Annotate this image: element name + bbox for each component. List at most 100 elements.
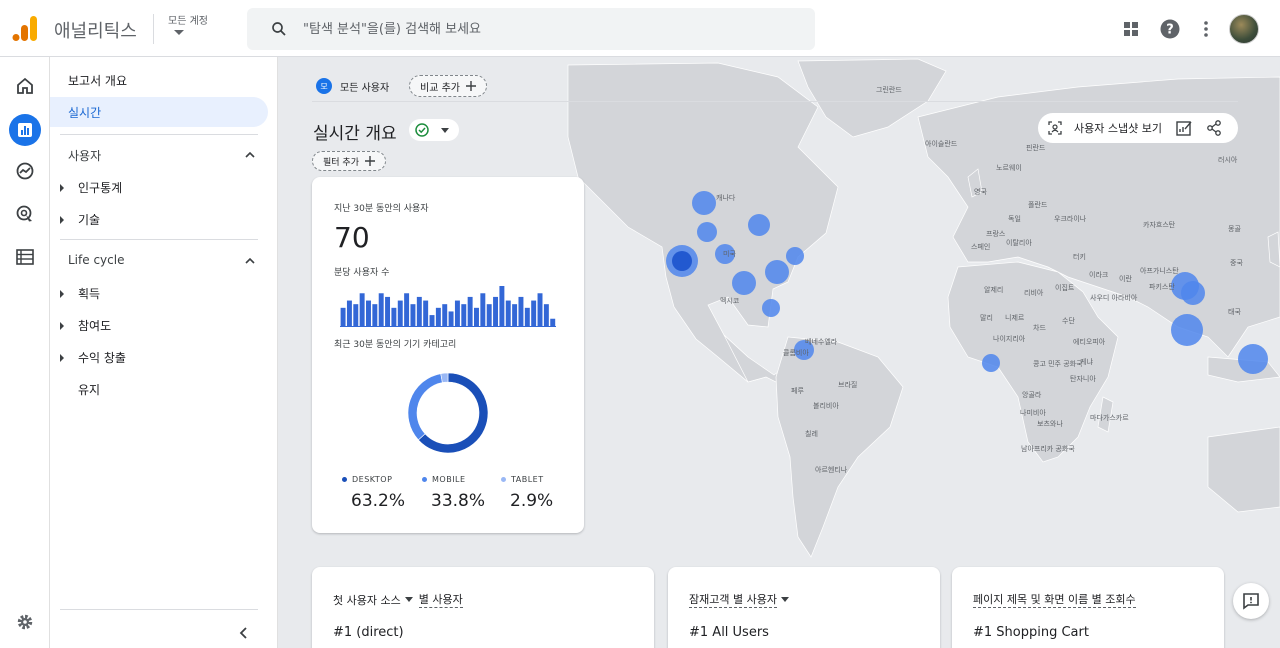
minute-bar[interactable] [429, 315, 435, 326]
minute-bar[interactable] [543, 304, 549, 326]
map-label: 알제리 [984, 286, 1004, 294]
plus-icon [465, 81, 476, 91]
help-icon[interactable]: ? [1159, 18, 1181, 40]
reports-icon[interactable] [13, 118, 37, 142]
minute-bar[interactable] [391, 307, 397, 326]
nav-item-tech[interactable]: 기술 [60, 211, 100, 228]
map-label: 앙골라 [1022, 391, 1042, 399]
more-icon[interactable] [1195, 18, 1217, 40]
account-dropdown-icon[interactable] [174, 30, 184, 35]
minute-bar[interactable] [442, 304, 448, 326]
nav-item-label: 참여도 [78, 319, 112, 333]
minute-bar[interactable] [537, 293, 543, 326]
device-category-donut[interactable] [402, 367, 494, 459]
minute-bar[interactable] [448, 311, 454, 326]
nav-item-acquisition[interactable]: 획득 [60, 285, 100, 302]
nav-item-monetization[interactable]: 수익 창출 [60, 349, 126, 366]
add-filter-button[interactable]: 필터 추가 [312, 151, 386, 171]
map-label: 사우디 아라비아 [1090, 294, 1138, 302]
expand-icon [60, 289, 64, 298]
donut-slice-tablet[interactable] [440, 372, 449, 383]
account-selector-label[interactable]: 모든 계정 [168, 12, 208, 27]
segment-chip-all-users[interactable]: 모 모든 사용자 [312, 75, 402, 97]
map-label: 나이지리아 [993, 335, 1026, 343]
minute-bar[interactable] [385, 296, 391, 326]
map-label: 아프가니스탄 [1140, 267, 1179, 275]
minute-bar[interactable] [467, 296, 473, 326]
map-label: 에티오피아 [1073, 338, 1106, 346]
minute-bar[interactable] [435, 307, 441, 326]
minute-bar[interactable] [454, 300, 460, 326]
users-per-minute-label: 분당 사용자 수 [334, 268, 390, 278]
minute-bar[interactable] [493, 296, 499, 326]
home-icon[interactable] [13, 74, 37, 98]
minute-bar[interactable] [531, 300, 537, 326]
settings-icon[interactable] [13, 610, 37, 634]
minute-bar[interactable] [366, 300, 371, 326]
map-toolbar: 사용자 스냅샷 보기 [1038, 113, 1238, 143]
minute-bar[interactable] [518, 296, 524, 326]
chevron-down-icon [441, 127, 449, 133]
minute-bar[interactable] [404, 293, 410, 326]
configure-icon[interactable] [13, 245, 37, 269]
minute-bar[interactable] [486, 304, 492, 326]
chevron-up-icon[interactable] [243, 148, 257, 162]
advertising-icon[interactable] [13, 202, 37, 226]
donut-slice-mobile[interactable] [407, 373, 443, 441]
minute-bar[interactable] [340, 307, 346, 326]
map-label: 보츠와나 [1037, 420, 1063, 428]
nav-item-demographics[interactable]: 인구통계 [60, 179, 122, 196]
dimension-selector[interactable]: 잠재고객 별 사용자 [689, 591, 777, 608]
minute-bar[interactable] [423, 300, 429, 326]
add-comparison-label: 비교 추가 [420, 82, 460, 94]
minute-bar[interactable] [397, 300, 403, 326]
add-comparison-button[interactable]: 비교 추가 [409, 75, 487, 97]
minute-bar[interactable] [359, 293, 365, 326]
collapse-nav-icon[interactable] [237, 626, 251, 640]
legend-desktop: DESKTOP [342, 475, 392, 484]
segment-badge: 모 [316, 78, 332, 94]
nav-item-retention[interactable]: 유지 [60, 381, 100, 398]
minute-bar[interactable] [378, 293, 384, 326]
minute-bar[interactable] [474, 307, 479, 326]
minute-bar[interactable] [461, 304, 467, 326]
chevron-up-icon[interactable] [243, 254, 257, 268]
map-label: 몽골 [1228, 225, 1241, 233]
nav-realtime[interactable]: 실시간 [50, 97, 268, 127]
user-snapshot-button[interactable]: 사용자 스냅샷 보기 [1074, 120, 1162, 136]
nav-section-user[interactable]: 사용자 [68, 147, 101, 164]
minute-bar[interactable] [410, 304, 416, 326]
explore-icon[interactable] [13, 159, 37, 183]
edit-chart-icon[interactable] [1176, 120, 1192, 136]
nav-item-engagement[interactable]: 참여도 [60, 317, 111, 334]
minute-bar[interactable] [550, 318, 556, 326]
analytics-logo[interactable] [12, 14, 38, 42]
realtime-map[interactable]: 그린란드 아이슬란드 노르웨이 핀란드 러시아 영국 독일 폴란드 우크라이나 … [278, 57, 1280, 648]
share-icon[interactable] [1206, 120, 1222, 136]
data-status-dropdown[interactable] [409, 119, 459, 141]
search-input[interactable] [303, 17, 783, 41]
users-count: 70 [334, 221, 370, 254]
nav-section-lifecycle[interactable]: Life cycle [68, 253, 124, 267]
apps-icon[interactable] [1120, 18, 1142, 40]
nav-reports-overview[interactable]: 보고서 개요 [50, 65, 268, 95]
feedback-button[interactable] [1233, 583, 1269, 619]
map-label: 니제르 [1005, 314, 1025, 322]
dimension-selector[interactable]: 첫 사용자 소스 [333, 592, 401, 608]
minute-bar[interactable] [480, 293, 486, 326]
snapshot-icon[interactable] [1048, 121, 1062, 135]
minute-bar[interactable] [499, 286, 505, 326]
minute-bar[interactable] [353, 304, 359, 326]
map-label: 우크라이나 [1054, 215, 1087, 223]
minute-bar[interactable] [505, 300, 511, 326]
chevron-down-icon[interactable] [404, 597, 413, 602]
avatar[interactable] [1229, 14, 1259, 44]
minute-bar[interactable] [512, 304, 518, 326]
chevron-down-icon[interactable] [780, 597, 789, 602]
minute-bar[interactable] [372, 304, 378, 326]
users-per-minute-chart[interactable] [340, 283, 556, 327]
minute-bar[interactable] [416, 296, 422, 326]
minute-bar[interactable] [346, 300, 352, 326]
minute-bar[interactable] [524, 307, 530, 326]
app-name: 애널리틱스 [54, 21, 137, 42]
